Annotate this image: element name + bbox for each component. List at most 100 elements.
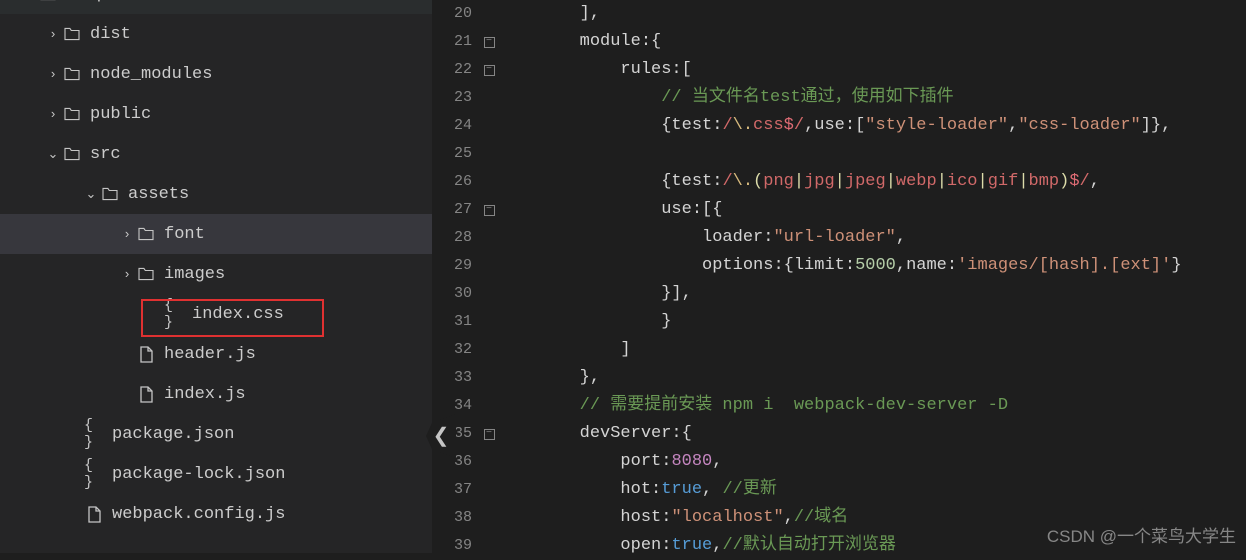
fold-toggle [480, 364, 498, 392]
fold-toggle [480, 112, 498, 140]
chevron-down-icon[interactable]: ⌄ [20, 0, 38, 2]
line-number: 23 [432, 84, 472, 112]
file-item-index.css[interactable]: { } index.css [0, 294, 432, 334]
fold-toggle [480, 84, 498, 112]
folder-item-public[interactable]: › public [0, 94, 432, 134]
file-item-webpack.config.js[interactable]: webpack.config.js [0, 494, 432, 534]
chevron-right-icon[interactable]: › [44, 67, 62, 82]
folder-item-dist[interactable]: › dist [0, 14, 432, 54]
line-number: 31 [432, 308, 472, 336]
chevron-right-icon[interactable]: › [118, 227, 136, 242]
line-number: 24 [432, 112, 472, 140]
tree-item-label: images [164, 265, 225, 284]
fold-toggle[interactable]: − [480, 56, 498, 84]
line-number: 25 [432, 140, 472, 168]
code-line[interactable]: port:8080, [498, 448, 1246, 476]
fold-toggle[interactable]: − [480, 28, 498, 56]
fold-toggle[interactable]: − [480, 196, 498, 224]
tree-item-label: index.css [192, 305, 284, 324]
fold-toggle [480, 476, 498, 504]
chevron-right-icon[interactable]: › [44, 107, 62, 122]
folder-icon [136, 227, 156, 241]
chevron-down-icon[interactable]: ⌄ [82, 187, 100, 202]
code-line[interactable]: use:[{ [498, 196, 1246, 224]
line-number: 28 [432, 224, 472, 252]
tree-item-label: webpack [66, 0, 137, 4]
code-line[interactable] [498, 140, 1246, 168]
folder-icon [62, 107, 82, 121]
folder-item-assets[interactable]: ⌄assets [0, 174, 432, 214]
folder-icon [62, 147, 82, 161]
folder-item-node_modules[interactable]: › node_modules [0, 54, 432, 94]
code-editor[interactable]: 2021222324252627282930313233343536373839… [432, 0, 1246, 553]
file-item-package-lock.json[interactable]: { }package-lock.json [0, 454, 432, 494]
tree-item-label: webpack.config.js [112, 505, 285, 524]
fold-minus-icon: − [484, 205, 495, 216]
file-item-header.js[interactable]: header.js [0, 334, 432, 374]
fold-toggle [480, 168, 498, 196]
code-area[interactable]: ], module:{ rules:[ // 当文件名test通过，使用如下插件… [498, 0, 1246, 553]
file-explorer[interactable]: ⌄ webpack › dist › node_modules › public ⌄src⌄as… [0, 0, 432, 553]
folder-item-webpack[interactable]: ⌄ webpack [0, 0, 432, 14]
json-icon: { } [84, 457, 104, 491]
line-number: 20 [432, 0, 472, 28]
fold-toggle [480, 280, 498, 308]
chevron-right-icon[interactable]: › [44, 27, 62, 42]
json-icon: { } [84, 417, 104, 451]
fold-gutter[interactable]: − − − − [480, 0, 498, 553]
code-line[interactable]: // 当文件名test通过，使用如下插件 [498, 84, 1246, 112]
folder-item-font[interactable]: › font [0, 214, 432, 254]
folder-icon [62, 67, 82, 81]
code-line[interactable]: }, [498, 364, 1246, 392]
line-number: 30 [432, 280, 472, 308]
fold-toggle [480, 0, 498, 28]
code-line[interactable]: loader:"url-loader", [498, 224, 1246, 252]
chevron-left-icon: ❮ [433, 423, 450, 449]
code-line[interactable]: module:{ [498, 28, 1246, 56]
code-line[interactable]: {test:/\.(png|jpg|jpeg|webp|ico|gif|bmp)… [498, 168, 1246, 196]
fold-minus-icon: − [484, 37, 495, 48]
code-line[interactable]: rules:[ [498, 56, 1246, 84]
code-line[interactable]: // 需要提前安装 npm i webpack-dev-server -D [498, 392, 1246, 420]
watermark: CSDN @一个菜鸟大学生 [1047, 522, 1236, 547]
code-line[interactable]: } [498, 308, 1246, 336]
js-file-icon [136, 346, 156, 363]
code-line[interactable]: options:{limit:5000,name:'images/[hash].… [498, 252, 1246, 280]
tree-item-label: index.js [164, 385, 246, 404]
js-file-icon [136, 386, 156, 403]
fold-toggle [480, 336, 498, 364]
fold-minus-icon: − [484, 429, 495, 440]
tree-item-label: package.json [112, 425, 234, 444]
code-line[interactable]: ], [498, 0, 1246, 28]
chevron-down-icon[interactable]: ⌄ [44, 147, 62, 162]
fold-toggle [480, 224, 498, 252]
fold-toggle [480, 392, 498, 420]
line-number: 32 [432, 336, 472, 364]
file-item-index.js[interactable]: index.js [0, 374, 432, 414]
tree-item-label: node_modules [90, 65, 212, 84]
tree-item-label: public [90, 105, 151, 124]
code-line[interactable]: {test:/\.css$/,use:["style-loader","css-… [498, 112, 1246, 140]
code-line[interactable]: hot:true, //更新 [498, 476, 1246, 504]
code-line[interactable]: ] [498, 336, 1246, 364]
code-line[interactable]: }], [498, 280, 1246, 308]
css-icon: { } [164, 297, 184, 331]
fold-toggle [480, 448, 498, 476]
folder-icon [136, 267, 156, 281]
js-file-icon [84, 506, 104, 523]
folder-icon [38, 0, 58, 1]
code-line[interactable]: devServer:{ [498, 420, 1246, 448]
line-number: 26 [432, 168, 472, 196]
folder-item-images[interactable]: › images [0, 254, 432, 294]
folder-icon [62, 27, 82, 41]
tree-item-label: font [164, 225, 205, 244]
folder-item-src[interactable]: ⌄src [0, 134, 432, 174]
line-number: 33 [432, 364, 472, 392]
fold-toggle [480, 504, 498, 532]
line-number: 27 [432, 196, 472, 224]
tree-item-label: dist [90, 25, 131, 44]
file-item-package.json[interactable]: { } package.json [0, 414, 432, 454]
fold-toggle[interactable]: − [480, 420, 498, 448]
fold-toggle [480, 308, 498, 336]
chevron-right-icon[interactable]: › [118, 267, 136, 282]
